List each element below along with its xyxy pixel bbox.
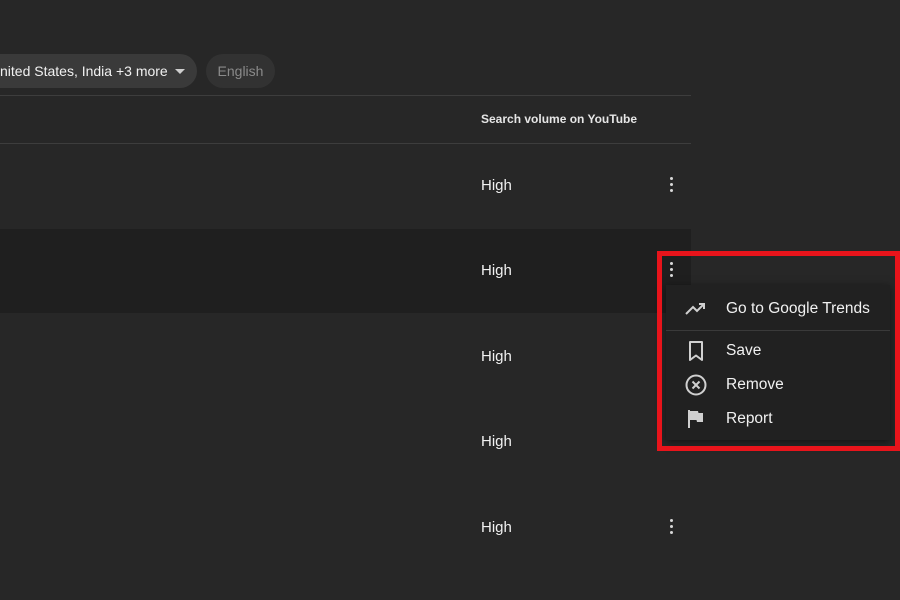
search-volume-value: High [481,519,512,536]
search-volume-value: High [481,177,512,194]
more-options-icon[interactable] [664,259,678,283]
table-row[interactable]: High [0,315,691,399]
language-filter-label: English [217,63,264,79]
table-row-selected[interactable]: High [0,229,691,313]
menu-item-remove[interactable]: Remove [666,370,890,400]
table-top-divider [0,95,691,96]
language-filter-chip[interactable]: English [206,54,275,88]
remove-circle-icon [683,372,709,398]
context-menu: Go to Google Trends Save Remove Report [666,285,890,440]
page: nited States, India +3 more English Sear… [0,0,900,600]
region-filter-chip[interactable]: nited States, India +3 more [0,54,197,88]
menu-item-label: Remove [726,376,784,393]
flag-icon [683,406,709,432]
table-row[interactable]: High [0,400,691,484]
table-row[interactable]: High [0,486,691,570]
menu-item-save[interactable]: Save [666,336,890,366]
region-filter-label: nited States, India +3 more [0,63,168,79]
search-volume-value: High [481,348,512,365]
trending-up-icon [683,296,709,322]
more-options-icon[interactable] [664,516,678,540]
search-volume-value: High [481,262,512,279]
bookmark-icon [683,338,709,364]
search-volume-value: High [481,433,512,450]
menu-divider [666,330,890,331]
menu-item-label: Report [726,410,773,427]
column-header-search-volume: Search volume on YouTube [481,112,638,126]
more-options-icon[interactable] [664,174,678,198]
menu-item-go-to-google-trends[interactable]: Go to Google Trends [666,294,890,324]
menu-item-label: Go to Google Trends [726,300,870,317]
table-row[interactable]: High [0,144,691,228]
dropdown-caret-icon [175,69,185,74]
menu-item-label: Save [726,342,762,359]
menu-item-report[interactable]: Report [666,404,890,434]
